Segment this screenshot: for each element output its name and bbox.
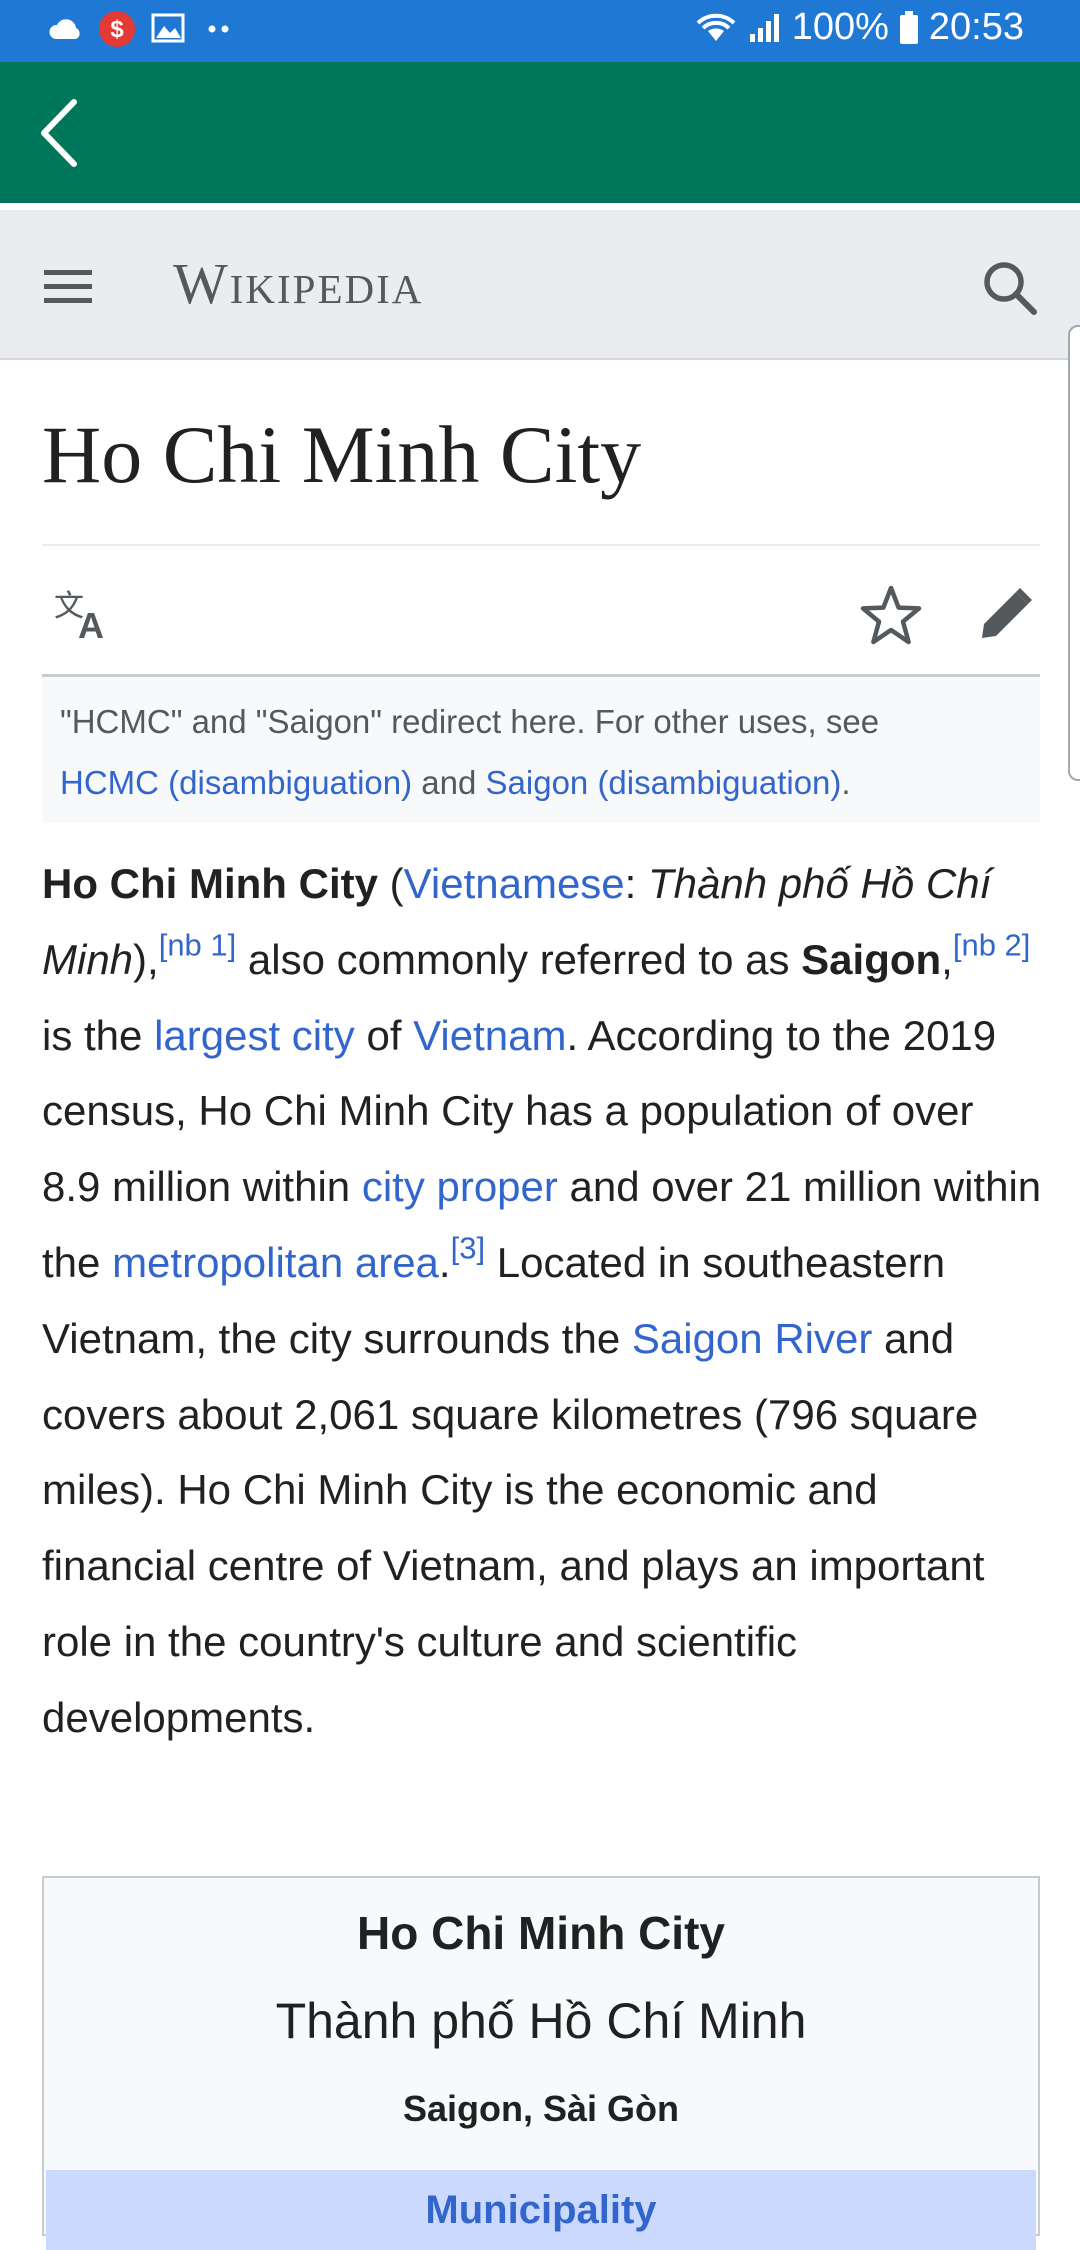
footnote-nb2-link[interactable]: [nb 2] — [953, 927, 1031, 962]
lead-text: ( — [377, 860, 404, 907]
footnote-3-link[interactable]: [3] — [451, 1230, 485, 1265]
language-icon[interactable]: 文 A — [50, 580, 120, 650]
lead-text: . — [438, 1238, 451, 1286]
municipality-link[interactable]: Municipality — [46, 2188, 1036, 2233]
saigon-disambiguation-link[interactable]: Saigon (disambiguation) — [486, 764, 842, 801]
lead-bold-title: Ho Chi Minh City — [42, 860, 378, 907]
saigon-river-link[interactable]: Saigon River — [632, 1315, 872, 1362]
scroll-edge-handle[interactable] — [1068, 325, 1080, 781]
lead-text: is the — [42, 1011, 155, 1059]
s-notification-icon: $ — [99, 11, 135, 47]
pencil-icon[interactable] — [970, 580, 1040, 650]
status-system: 100% 20:53 — [694, 6, 1024, 49]
wikipedia-wordmark[interactable]: Wikipedia — [173, 252, 423, 316]
clock: 20:53 — [928, 6, 1024, 48]
lead-text: , — [941, 935, 953, 983]
search-icon[interactable] — [978, 256, 1042, 320]
lead-text: also commonly referred to as — [236, 935, 802, 983]
lead-text: and covers about 2,061 square kilometres… — [42, 1314, 985, 1741]
lead-bold-saigon: Saigon — [801, 935, 942, 983]
page-title: Ho Chi Minh City — [42, 409, 642, 500]
battery-icon — [899, 10, 918, 44]
back-arrow-icon[interactable] — [28, 90, 114, 176]
infobox-nicknames: Saigon, Sài Gòn — [402, 2088, 680, 2129]
infobox: Ho Chi Minh City Thành phố Hồ Chí Minh S… — [42, 1876, 1040, 2250]
status-bar: $ 100% 20:53 — [0, 0, 1080, 62]
metropolitan-area-link[interactable]: metropolitan area — [112, 1239, 439, 1286]
lead-text: of — [354, 1011, 414, 1059]
largest-city-link[interactable]: largest city — [154, 1012, 355, 1059]
menu-icon[interactable] — [36, 254, 100, 318]
status-notifications: $ — [48, 10, 234, 48]
city-proper-link[interactable]: city proper — [362, 1163, 558, 1210]
battery-percent: 100% — [791, 6, 889, 48]
lead-paragraph: Ho Chi Minh City (Vietnamese: Thành phố … — [42, 846, 1042, 1756]
title-divider — [42, 544, 1040, 546]
wikipedia-header: Wikipedia — [0, 210, 1080, 360]
hatnote-period: . — [841, 764, 851, 801]
signal-icon — [749, 13, 779, 42]
page-actions: 文 A — [42, 558, 1040, 674]
hatnote-and: and — [421, 764, 477, 801]
star-icon[interactable] — [856, 580, 926, 650]
svg-text:A: A — [78, 605, 104, 646]
hcmc-disambiguation-link[interactable]: HCMC (disambiguation) — [60, 764, 412, 801]
cloud-icon — [49, 19, 80, 39]
wordmark-text: Wikipedia — [173, 251, 424, 316]
infobox-type-header: Municipality — [46, 2170, 1036, 2250]
footnote-nb1-link[interactable]: [nb 1] — [159, 927, 237, 962]
svg-text:$: $ — [110, 16, 124, 43]
lead-text: : — [624, 860, 649, 907]
hatnote: "HCMC" and "Saigon" redirect here. For o… — [42, 677, 1040, 823]
wifi-icon — [696, 13, 736, 41]
vietnamese-link[interactable]: Vietnamese — [404, 860, 625, 907]
infobox-native-name: Thành phố Hồ Chí Minh — [275, 1993, 807, 2049]
gallery-icon — [151, 13, 185, 43]
vietnam-link[interactable]: Vietnam — [413, 1012, 566, 1059]
app-bar — [0, 62, 1080, 203]
infobox-title: Ho Chi Minh City — [357, 1907, 725, 1959]
lead-text: ), — [133, 935, 159, 983]
more-dots-icon — [208, 25, 229, 33]
hatnote-text: "HCMC" and "Saigon" redirect here. For o… — [60, 703, 880, 740]
